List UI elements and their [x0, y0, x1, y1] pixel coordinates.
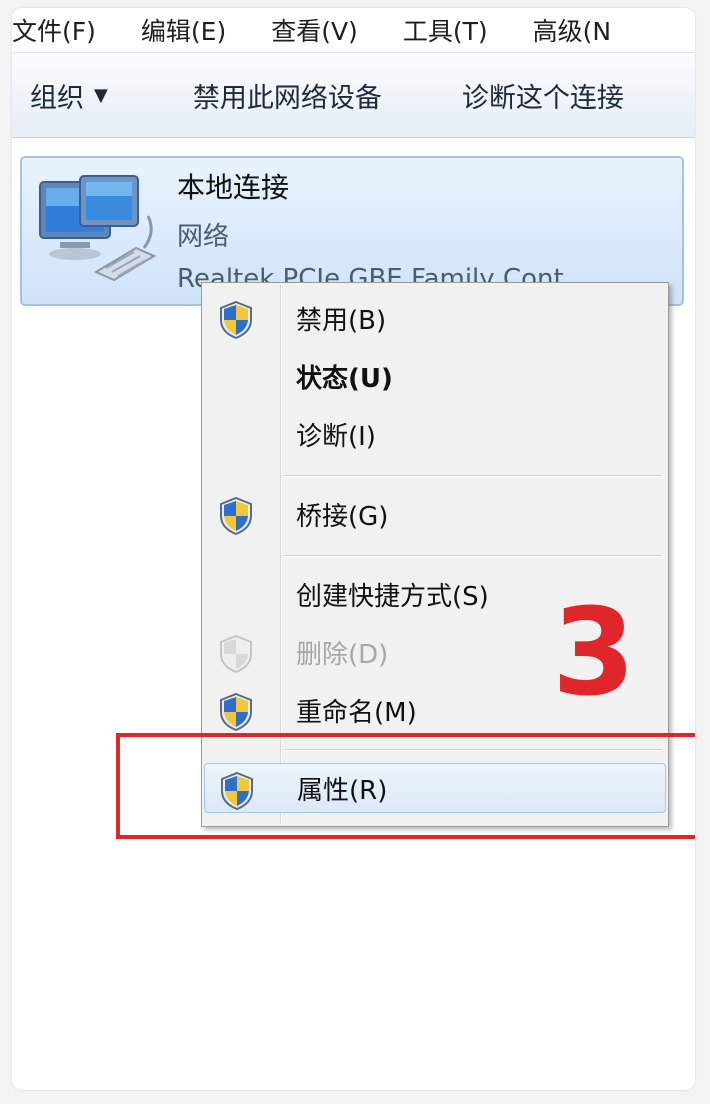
menu-separator [284, 475, 662, 477]
step-number: 3 [552, 584, 636, 723]
menu-file[interactable]: 文件(F) [12, 12, 96, 48]
menu-view[interactable]: 查看(V) [271, 12, 358, 48]
command-bar: 组织 ▼ 禁用此网络设备 诊断这个连接 [12, 53, 695, 138]
menu-item-label: 删除(D) [296, 639, 389, 670]
menu-edit[interactable]: 编辑(E) [141, 12, 226, 48]
organize-button[interactable]: 组织 ▼ [30, 76, 108, 115]
uac-shield-icon [220, 634, 252, 674]
menu-item-label: 重命名(M) [296, 697, 417, 728]
menu-item-label: 状态(U) [296, 363, 393, 394]
menu-item-bridge[interactable]: 桥接(G) [204, 489, 666, 539]
explorer-window: 文件(F) 编辑(E) 查看(V) 工具(T) 高级(N 组织 ▼ 禁用此网络设… [12, 8, 695, 1090]
disable-device-button[interactable]: 禁用此网络设备 [193, 76, 382, 115]
menu-item-disable[interactable]: 禁用(B) [204, 293, 666, 343]
network-adapter-icon [39, 175, 157, 282]
highlight-box [116, 733, 695, 839]
connection-name: 本地连接 [177, 171, 290, 204]
menu-tools[interactable]: 工具(T) [403, 12, 488, 48]
menu-item-label: 诊断(I) [296, 421, 376, 452]
uac-shield-icon [220, 496, 252, 536]
menu-bar: 文件(F) 编辑(E) 查看(V) 工具(T) 高级(N [12, 8, 695, 53]
uac-shield-icon [220, 300, 252, 340]
menu-item-label: 禁用(B) [296, 305, 387, 336]
chevron-down-icon: ▼ [94, 84, 108, 106]
menu-item-label: 桥接(G) [296, 501, 389, 532]
diagnose-connection-button[interactable]: 诊断这个连接 [462, 76, 624, 115]
menu-item-diagnose[interactable]: 诊断(I) [204, 409, 666, 459]
menu-advanced[interactable]: 高级(N [533, 12, 611, 48]
menu-separator [284, 555, 662, 557]
connection-network: 网络 [177, 222, 230, 252]
menu-item-status[interactable]: 状态(U) [204, 351, 666, 401]
menu-item-label: 创建快捷方式(S) [296, 581, 489, 612]
organize-label: 组织 [30, 82, 84, 114]
uac-shield-icon [220, 692, 252, 732]
